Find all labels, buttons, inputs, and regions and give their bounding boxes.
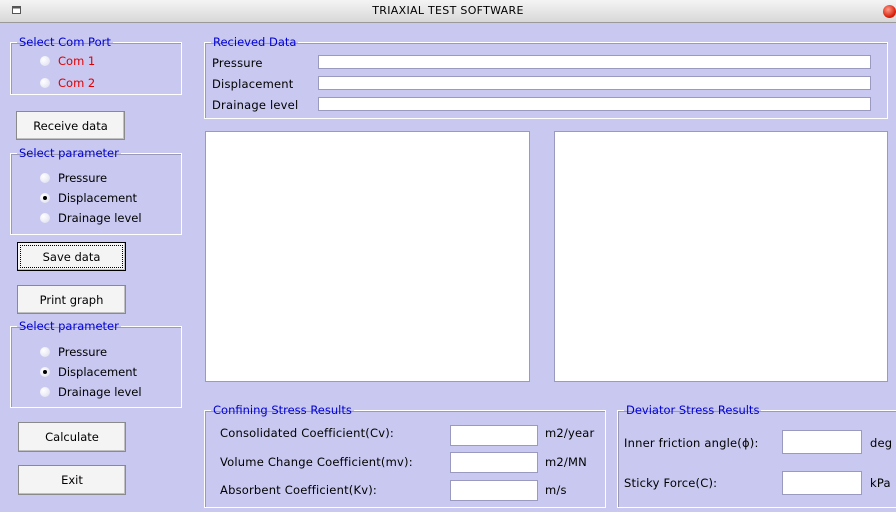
- radio-param2-displacement[interactable]: Displacement: [40, 364, 137, 380]
- radio-com-1[interactable]: Com 1: [40, 53, 95, 69]
- mv-label: Volume Change Coefficient(mv):: [220, 455, 413, 469]
- radio-param1-drainage[interactable]: Drainage level: [40, 210, 142, 226]
- received-data-legend: Recieved Data: [213, 35, 297, 49]
- radio-button-icon[interactable]: [40, 56, 50, 66]
- friction-angle-label: Inner friction angle(ϕ):: [624, 436, 759, 450]
- drainage-field[interactable]: [318, 97, 871, 111]
- mv-unit: m2/MN: [545, 455, 587, 469]
- cv-label: Consolidated Coefficient(Cv):: [220, 426, 394, 440]
- radio-button-icon[interactable]: [40, 173, 50, 183]
- radio-label: Pressure: [58, 171, 108, 185]
- radio-param1-pressure[interactable]: Pressure: [40, 170, 107, 186]
- main-window: TRIAXIAL TEST SOFTWARE Select Com Port C…: [0, 0, 896, 512]
- parameter-legend-2: Select parameter: [19, 319, 119, 333]
- radio-label: Com 2: [58, 76, 96, 90]
- radio-com-2[interactable]: Com 2: [40, 75, 95, 91]
- radio-button-checked-icon[interactable]: [40, 367, 50, 377]
- confining-stress-legend: Confining Stress Results: [213, 403, 352, 417]
- radio-label: Displacement: [58, 365, 138, 379]
- com-port-group: Select Com Port: [10, 35, 182, 95]
- kv-field[interactable]: [450, 480, 538, 501]
- window-title: TRIAXIAL TEST SOFTWARE: [372, 4, 524, 17]
- radio-label: Pressure: [58, 345, 108, 359]
- radio-param2-drainage[interactable]: Drainage level: [40, 384, 142, 400]
- com-port-legend: Select Com Port: [19, 35, 111, 49]
- kv-label: Absorbent Coefficient(Kv):: [220, 483, 377, 497]
- title-bar: TRIAXIAL TEST SOFTWARE: [0, 0, 896, 23]
- pressure-label: Pressure: [212, 56, 263, 70]
- radio-param2-pressure[interactable]: Pressure: [40, 344, 107, 360]
- drainage-label: Drainage level: [212, 98, 299, 112]
- graph-panel-right: [554, 131, 888, 382]
- mv-field[interactable]: [450, 452, 538, 473]
- displacement-field[interactable]: [318, 76, 871, 90]
- radio-label: Displacement: [58, 191, 138, 205]
- displacement-label: Displacement: [212, 77, 294, 91]
- print-graph-button[interactable]: Print graph: [17, 285, 126, 314]
- radio-label: Drainage level: [58, 211, 142, 225]
- deviator-stress-legend: Deviator Stress Results: [626, 403, 760, 417]
- friction-angle-unit: deg: [870, 436, 893, 450]
- radio-button-icon[interactable]: [40, 78, 50, 88]
- cv-field[interactable]: [450, 425, 538, 446]
- graph-panel-left: [205, 131, 530, 382]
- radio-button-icon[interactable]: [40, 347, 50, 357]
- close-icon[interactable]: [883, 5, 896, 18]
- radio-label: Drainage level: [58, 385, 142, 399]
- sticky-force-label: Sticky Force(C):: [624, 476, 718, 490]
- cv-unit: m2/year: [545, 426, 595, 440]
- radio-button-checked-icon[interactable]: [40, 193, 50, 203]
- calculate-button[interactable]: Calculate: [18, 422, 126, 452]
- pressure-field[interactable]: [318, 55, 871, 69]
- sticky-force-unit: kPa: [870, 476, 891, 490]
- radio-button-icon[interactable]: [40, 213, 50, 223]
- radio-label: Com 1: [58, 54, 96, 68]
- radio-button-icon[interactable]: [40, 387, 50, 397]
- exit-button[interactable]: Exit: [18, 465, 126, 495]
- sticky-force-field[interactable]: [782, 471, 862, 495]
- friction-angle-field[interactable]: [782, 430, 862, 454]
- radio-param1-displacement[interactable]: Displacement: [40, 190, 137, 206]
- kv-unit: m/s: [545, 483, 567, 497]
- save-data-button[interactable]: Save data: [17, 242, 126, 271]
- parameter-legend-1: Select parameter: [19, 146, 119, 160]
- receive-data-button[interactable]: Receive data: [16, 111, 125, 140]
